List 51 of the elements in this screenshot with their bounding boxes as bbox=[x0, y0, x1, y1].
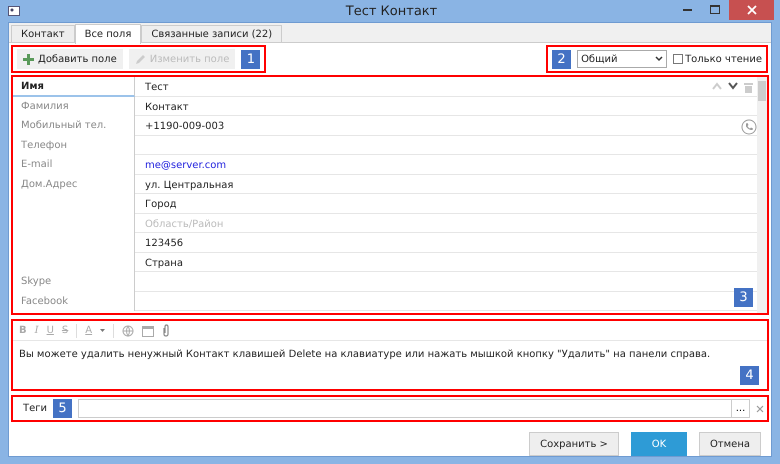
tags-label: Теги bbox=[23, 403, 48, 414]
number-badge: 5 bbox=[53, 399, 72, 418]
number-badge: 4 bbox=[740, 366, 759, 385]
trash-icon[interactable] bbox=[744, 82, 753, 94]
field-label[interactable]: Имя bbox=[13, 77, 135, 96]
note-text: Вы можете удалить ненужный Контакт клавишей Delete на клавиатуре или нажать мышкой кнопку "Удалить" на панели справа. bbox=[18, 348, 712, 362]
close-button[interactable] bbox=[729, 0, 774, 20]
read-only-checkbox[interactable]: Только чтение bbox=[673, 54, 762, 64]
minimize-icon bbox=[682, 9, 692, 11]
app-icon bbox=[8, 6, 20, 16]
close-icon bbox=[746, 5, 756, 15]
tab[interactable]: Связанные записи (22) bbox=[141, 25, 282, 42]
caret-icon[interactable] bbox=[100, 328, 106, 332]
field-label[interactable]: Мобильный тел. bbox=[13, 116, 135, 136]
field-value[interactable]: 123456 bbox=[135, 233, 757, 252]
field-label[interactable]: Facebook bbox=[13, 292, 135, 311]
tags-field[interactable]: ... bbox=[78, 399, 750, 418]
field-label[interactable]: Skype bbox=[13, 272, 135, 292]
view-dropdown[interactable]: Общий bbox=[577, 50, 668, 68]
window-title: Тест Контакт bbox=[344, 4, 438, 18]
field-value[interactable]: Тест bbox=[135, 77, 757, 96]
calendar-icon[interactable] bbox=[142, 324, 154, 336]
cancel-button[interactable]: Отмена bbox=[698, 432, 761, 456]
field-label[interactable]: E-mail bbox=[13, 155, 135, 174]
field-label[interactable]: Фамилия bbox=[13, 96, 135, 116]
maximize-icon bbox=[710, 5, 720, 15]
globe-icon[interactable] bbox=[122, 324, 134, 336]
field-label[interactable]: Дом.Адрес bbox=[13, 174, 135, 194]
field-value[interactable]: Страна bbox=[135, 252, 757, 272]
plus-icon bbox=[23, 54, 34, 64]
field-value[interactable]: me@server.com bbox=[135, 155, 757, 174]
save-button[interactable]: Сохранить > bbox=[529, 432, 619, 456]
number-badge: 2 bbox=[552, 50, 572, 68]
clear-icon[interactable] bbox=[756, 404, 764, 412]
field-value[interactable]: Контакт bbox=[135, 96, 757, 116]
add-field-button[interactable]: Добавить поле bbox=[17, 49, 123, 69]
chevron-down-icon bbox=[655, 56, 664, 62]
field-value[interactable]: +1190-009-003 bbox=[135, 116, 757, 136]
pencil-icon bbox=[134, 54, 146, 64]
chevron-up-icon[interactable] bbox=[712, 82, 722, 90]
phone-icon bbox=[741, 118, 757, 135]
field-value[interactable]: ул. Центральная bbox=[135, 174, 757, 194]
tab[interactable]: Контакт bbox=[11, 25, 75, 42]
number-badge: 3 bbox=[734, 288, 753, 307]
field-label[interactable]: Телефон bbox=[13, 136, 135, 155]
number-badge: 1 bbox=[241, 50, 260, 68]
paperclip-icon[interactable] bbox=[162, 324, 170, 337]
tab[interactable]: Все поля bbox=[74, 24, 142, 44]
field-value[interactable]: Город bbox=[135, 194, 757, 214]
scrollbar[interactable] bbox=[757, 77, 767, 313]
chevron-down-icon[interactable] bbox=[728, 82, 738, 90]
